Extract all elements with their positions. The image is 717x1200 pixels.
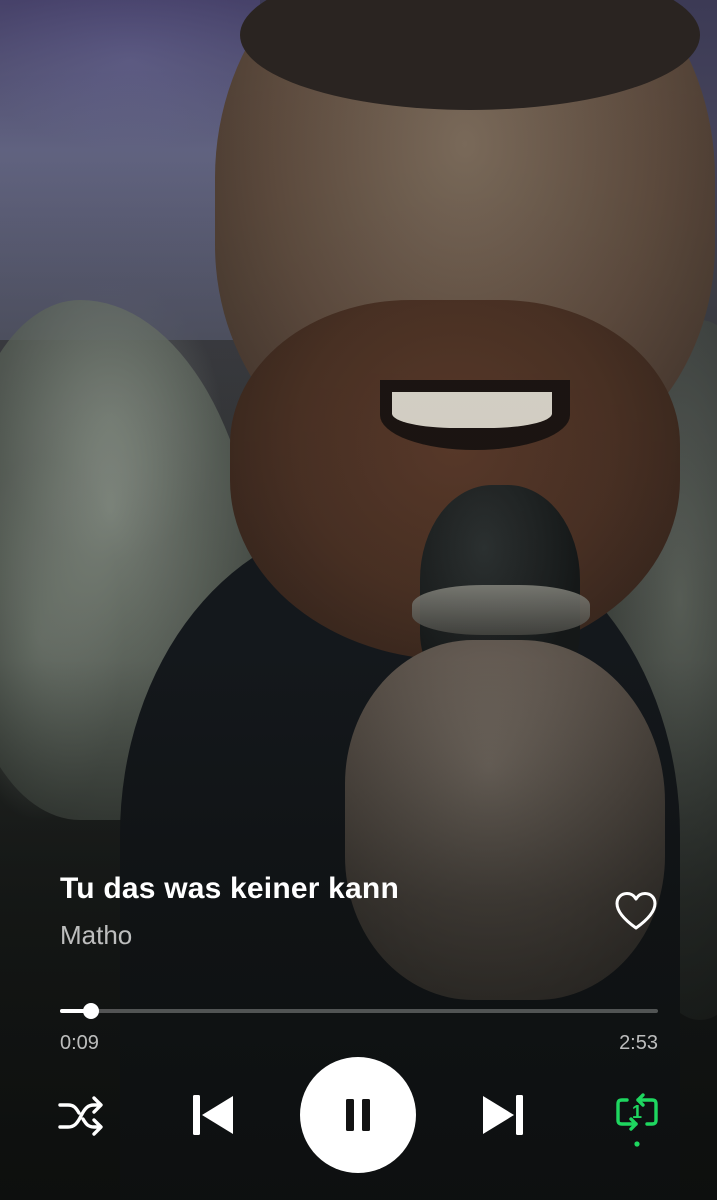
elapsed-time: 0:09 (60, 1032, 99, 1054)
skip-next-icon (483, 1095, 523, 1135)
track-title[interactable]: Tu das was keiner kann (60, 872, 399, 906)
progress-track (60, 1009, 658, 1013)
shuffle-icon (58, 1096, 103, 1136)
progress-thumb[interactable] (83, 1003, 100, 1019)
pause-icon (346, 1099, 370, 1131)
like-button[interactable] (612, 888, 660, 936)
repeat-one-badge: 1 (632, 1102, 642, 1122)
previous-track-button[interactable] (188, 1090, 238, 1140)
repeat-active-dot (634, 1141, 640, 1147)
total-duration: 2:53 (619, 1032, 658, 1054)
track-artist[interactable]: Matho (60, 920, 132, 951)
repeat-one-icon: 1 (616, 1093, 658, 1147)
next-track-button[interactable] (478, 1090, 528, 1140)
pause-button[interactable] (300, 1057, 416, 1173)
shuffle-button[interactable] (56, 1094, 106, 1138)
heart-icon (615, 892, 657, 930)
repeat-one-button[interactable]: 1 (612, 1090, 662, 1150)
skip-previous-icon (193, 1095, 233, 1135)
bottom-gradient-overlay (0, 0, 717, 1200)
playback-progress-bar[interactable] (60, 1003, 658, 1019)
canvas-video-background (0, 0, 717, 1200)
